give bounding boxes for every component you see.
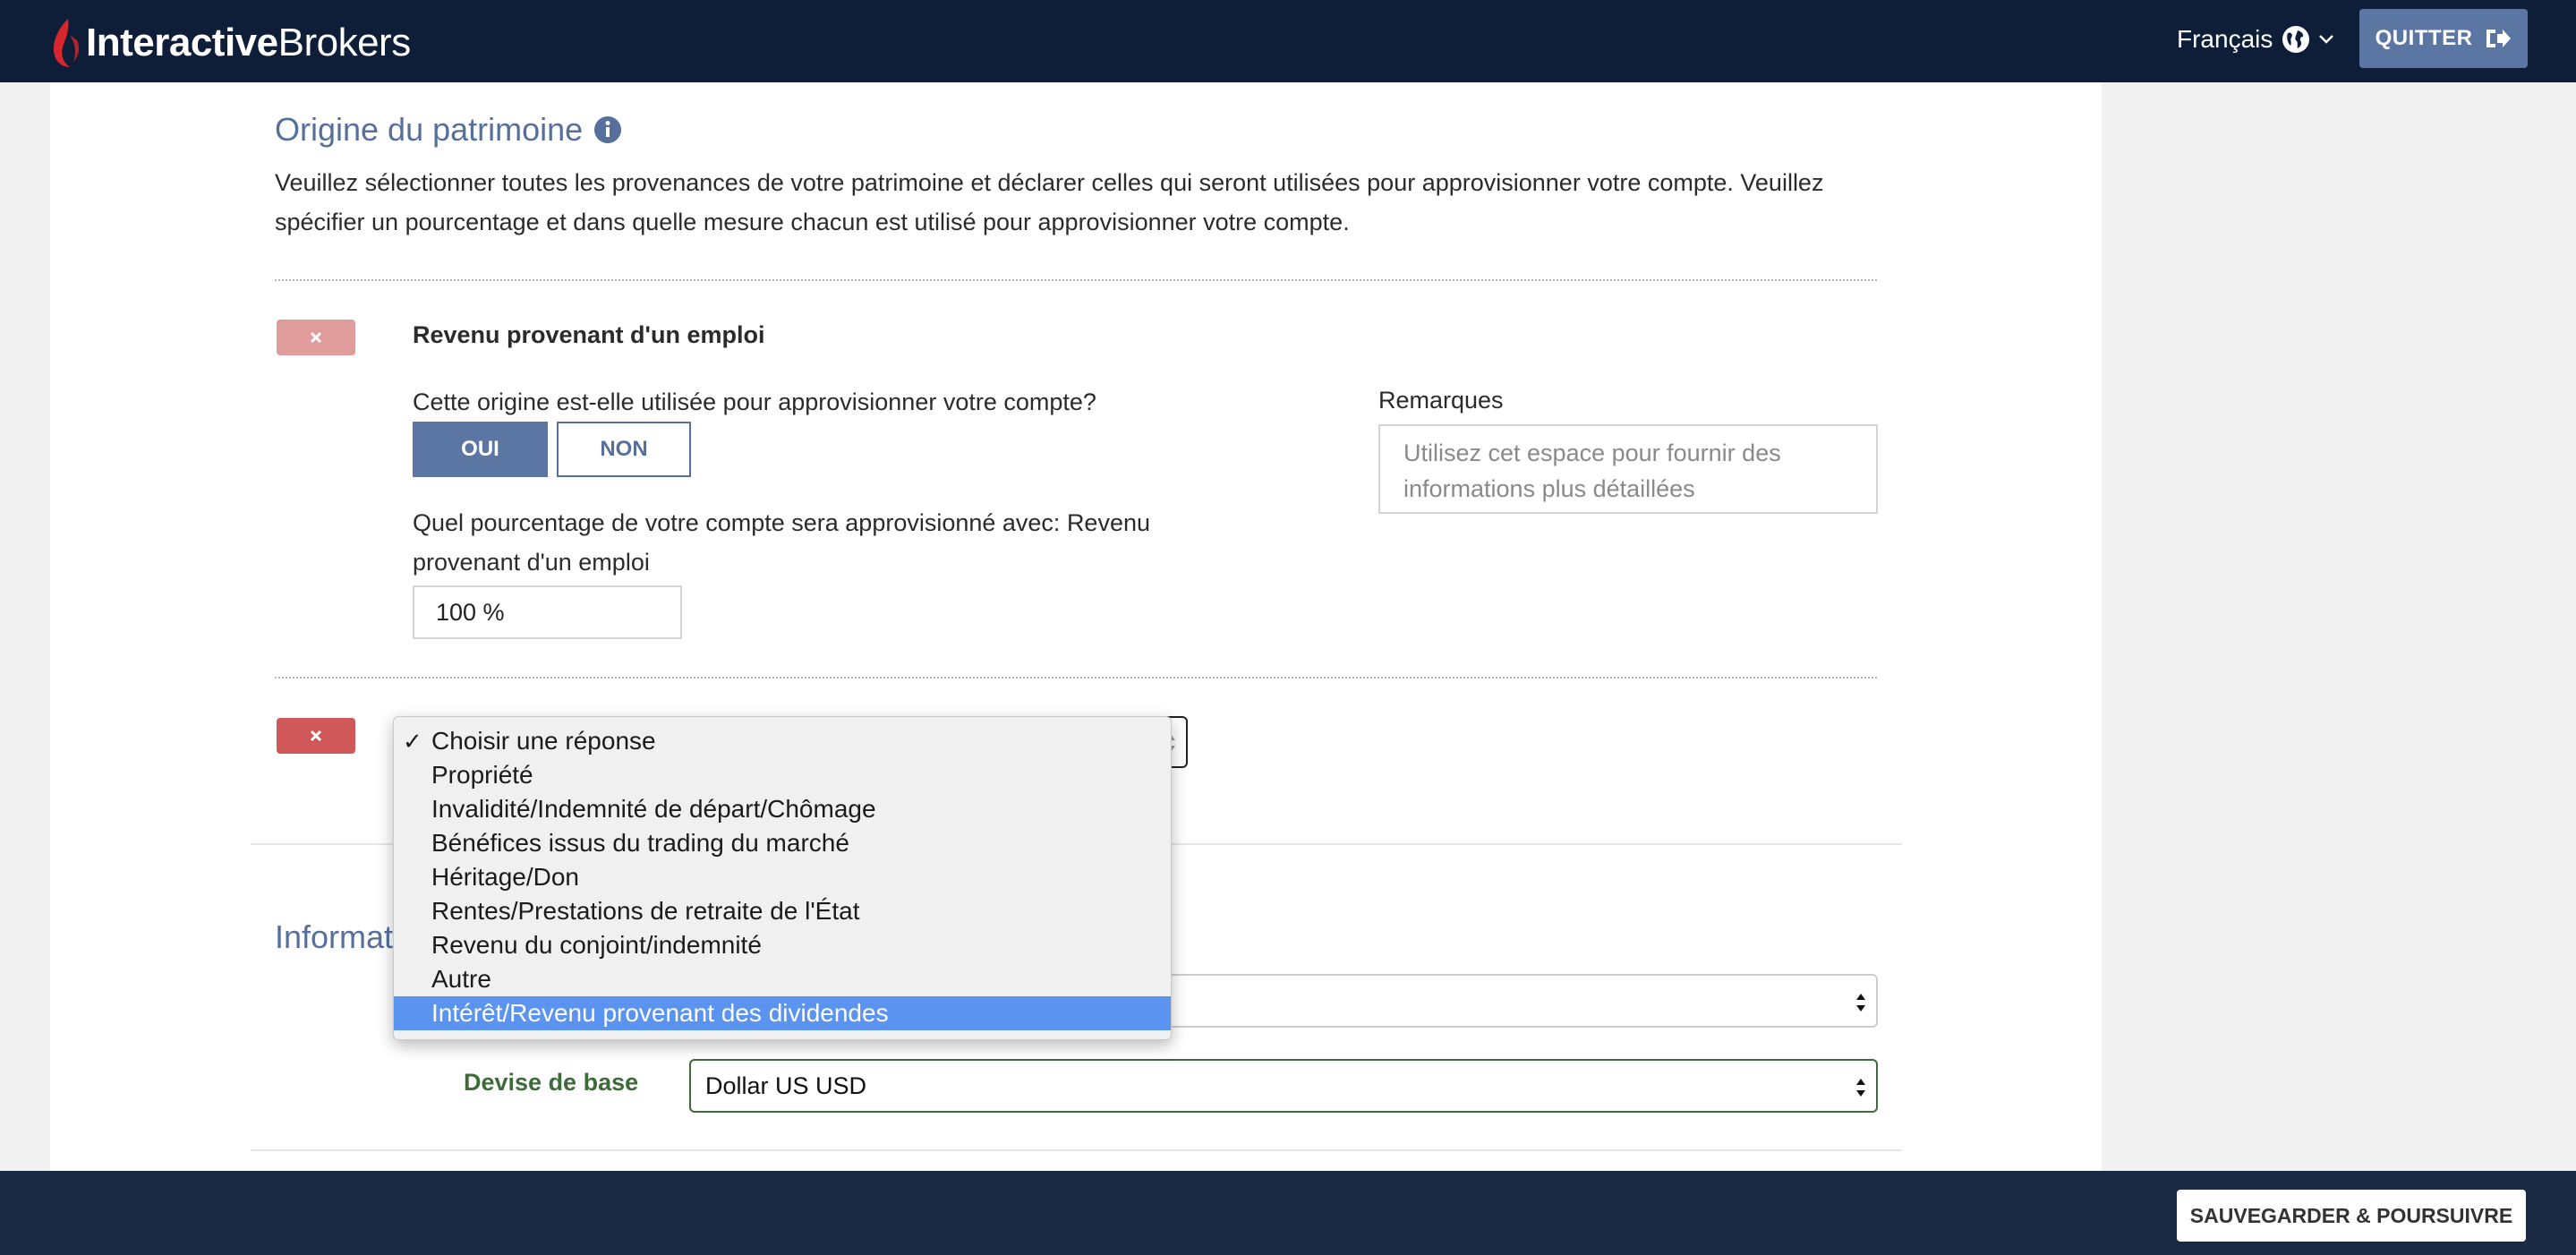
language-label: Français [2177, 25, 2273, 53]
dropdown-option[interactable]: Bénéfices issus du trading du marché [394, 826, 1171, 860]
dropdown-option[interactable]: Revenu du conjoint/indemnité [394, 928, 1171, 962]
divider [275, 279, 1877, 281]
chevron-down-icon [2319, 35, 2334, 44]
language-selector[interactable]: Français [2177, 21, 2335, 57]
percent-question: Quel pourcentage de votre compte sera ap… [413, 509, 1151, 576]
option-label: Intérêt/Revenu provenant des dividendes [431, 999, 889, 1027]
dropdown-option-highlighted[interactable]: Intérêt/Revenu provenant des dividendes [394, 996, 1171, 1030]
option-label: Invalidité/Indemnité de départ/Chômage [431, 795, 876, 823]
option-label: Rentes/Prestations de retraite de l'État [431, 897, 860, 925]
remarks-label: Remarques [1378, 387, 1504, 414]
save-continue-button[interactable]: SAUVEGARDER & POURSUIVRE [2177, 1190, 2526, 1242]
wealth-origin-title-text: Origine du patrimoine [275, 111, 584, 148]
option-label: Revenu du conjoint/indemnité [431, 931, 762, 959]
percent-input[interactable]: 100 % [413, 585, 682, 639]
dropdown-option[interactable]: Héritage/Don [394, 860, 1171, 894]
quit-label: QUITTER [2375, 26, 2473, 50]
base-currency-value: Dollar US USD [705, 1071, 867, 1099]
remove-source-button[interactable] [277, 718, 355, 754]
funding-question: Cette origine est-elle utilisée pour app… [413, 388, 1096, 415]
select-arrows-icon [1856, 1079, 1865, 1097]
brand-name: InteractiveBrokers [86, 21, 411, 64]
dropdown-option[interactable]: ✓ Choisir une réponse [394, 724, 1171, 758]
information-section-title: Informati [275, 918, 401, 955]
logo-mark-icon [54, 19, 80, 67]
base-currency-label: Devise de base [464, 1069, 639, 1096]
checkmark-icon: ✓ [403, 728, 422, 755]
close-icon [310, 331, 322, 344]
divider [275, 677, 1877, 679]
info-icon[interactable] [593, 115, 622, 144]
dropdown-option[interactable]: Invalidité/Indemnité de départ/Chômage [394, 792, 1171, 826]
no-button[interactable]: NON [557, 422, 691, 477]
yes-button[interactable]: OUI [413, 422, 548, 477]
dropdown-option[interactable]: Rentes/Prestations de retraite de l'État [394, 894, 1171, 928]
remove-source-button[interactable] [277, 320, 355, 355]
quit-button[interactable]: QUITTER [2359, 9, 2528, 68]
wealth-origin-title: Origine du patrimoine [275, 111, 622, 149]
option-label: Autre [431, 965, 491, 993]
option-label: Choisir une réponse [431, 727, 656, 755]
source-type-dropdown: ✓ Choisir une réponse Propriété Invalidi… [393, 716, 1172, 1040]
brand-logo[interactable]: InteractiveBrokers [50, 16, 411, 70]
section-divider [251, 1149, 1902, 1151]
close-icon [310, 730, 322, 742]
sign-out-icon [2486, 30, 2512, 47]
wealth-origin-intro: Veuillez sélectionner toutes les provena… [275, 169, 1824, 235]
option-label: Propriété [431, 761, 533, 789]
top-header: InteractiveBrokers Français QUITTER [0, 0, 2576, 82]
select-arrows-icon [1856, 994, 1865, 1012]
remarks-textarea[interactable]: Utilisez cet espace pour fournir des inf… [1378, 424, 1878, 514]
dropdown-option[interactable]: Autre [394, 962, 1171, 996]
base-currency-select[interactable]: Dollar US USD [689, 1059, 1878, 1113]
option-label: Héritage/Don [431, 863, 579, 891]
option-label: Bénéfices issus du trading du marché [431, 829, 849, 857]
globe-icon [2282, 26, 2310, 53]
source-title: Revenu provenant d'un emploi [413, 321, 765, 348]
dropdown-option[interactable]: Propriété [394, 758, 1171, 792]
